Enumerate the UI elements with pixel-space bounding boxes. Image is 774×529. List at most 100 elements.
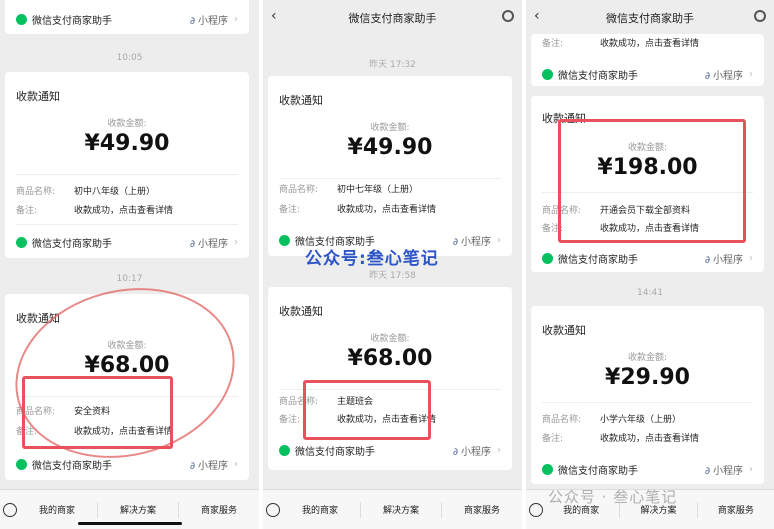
product-value: 初中八年级（上册） bbox=[74, 187, 156, 197]
amount-value: ¥68.00 bbox=[347, 346, 433, 371]
product-row: 商品名称: 初中七年级（上册） bbox=[279, 182, 418, 195]
divider bbox=[279, 178, 501, 179]
highlight-box bbox=[303, 380, 431, 440]
wechat-pay-icon bbox=[542, 68, 553, 80]
merchant-name: 微信支付商家助手 bbox=[32, 15, 112, 27]
wechat-pay-icon bbox=[16, 236, 27, 248]
tab-merchant-services[interactable]: 商家服务 bbox=[698, 503, 774, 516]
watermark: 公众号 · 叁心笔记 bbox=[548, 488, 678, 506]
card-footer[interactable]: 微信支付商家助手 ∂ 小程序 › bbox=[16, 232, 238, 252]
link-icon: ∂ bbox=[704, 254, 710, 266]
card-title: 收款通知 bbox=[16, 90, 60, 103]
tab-solutions[interactable]: 解决方案 bbox=[361, 503, 441, 516]
home-indicator bbox=[78, 522, 182, 525]
chat-panel-3: ‹ 微信支付商家助手 备注: 收款成功，点击查看详情 微信支付商家助手 ∂ 小程序 … bbox=[526, 0, 774, 529]
gear-icon[interactable] bbox=[754, 10, 766, 22]
merchant-name: 微信支付商家助手 bbox=[558, 465, 638, 477]
amount-value: ¥49.90 bbox=[84, 131, 170, 156]
card-footer[interactable]: 微信支付商家助手 ∂ 小程序 › bbox=[542, 248, 753, 268]
remark-value: 收款成功，点击查看详情 bbox=[337, 205, 437, 215]
mini-program-tag: ∂ 小程序 bbox=[453, 443, 491, 458]
link-icon: ∂ bbox=[452, 446, 458, 458]
remark-key: 备注: bbox=[16, 206, 38, 216]
chevron-right-icon: › bbox=[234, 236, 238, 248]
keyboard-icon[interactable] bbox=[529, 502, 543, 517]
highlight-box bbox=[558, 119, 746, 243]
tab-merchant-services[interactable]: 商家服务 bbox=[442, 503, 522, 516]
tab-my-merchant[interactable]: 我的商家 bbox=[280, 503, 360, 516]
nav-title: 微信支付商家助手 bbox=[348, 12, 437, 25]
link-icon: ∂ bbox=[189, 238, 195, 250]
amount-label: 收款金额: bbox=[627, 353, 668, 363]
chat-panel-1: 微信支付商家助手 ∂ 小程序 › 10:05 收款通知 收款金额: ¥49.90 … bbox=[0, 0, 259, 529]
payment-card[interactable]: 收款通知 收款金额: ¥68.00 商品名称: 主题班会 备注: 收款成功，点击查看… bbox=[268, 287, 512, 470]
payment-card[interactable]: 收款通知 收款金额: ¥49.90 商品名称: 初中七年级（上册） 备注: 收款成功… bbox=[268, 76, 512, 256]
merchant-name: 微信支付商家助手 bbox=[295, 446, 375, 458]
chevron-right-icon: › bbox=[749, 68, 753, 80]
back-arrow-icon[interactable]: ‹ bbox=[271, 8, 277, 24]
amount-label: 收款金额: bbox=[370, 334, 410, 344]
remark-value: 收款成功，点击查看详情 bbox=[600, 39, 700, 49]
partial-card-top[interactable]: 备注: 收款成功，点击查看详情 微信支付商家助手 ∂ 小程序 › bbox=[531, 34, 764, 86]
mini-program-label: 小程序 bbox=[713, 70, 743, 82]
mini-program-label: 小程序 bbox=[713, 254, 743, 266]
navigation-bar: ‹ 微信支付商家助手 bbox=[263, 0, 522, 36]
partial-card-top[interactable]: 微信支付商家助手 ∂ 小程序 › bbox=[5, 0, 249, 34]
nav-title: 微信支付商家助手 bbox=[606, 12, 694, 25]
wechat-pay-icon bbox=[542, 463, 553, 475]
timestamp: 10:17 bbox=[116, 274, 143, 284]
highlight-box bbox=[22, 376, 173, 449]
timestamp: 14:41 bbox=[637, 288, 663, 298]
chevron-right-icon: › bbox=[497, 234, 501, 246]
card-footer[interactable]: 微信支付商家助手 ∂ 小程序 › bbox=[16, 9, 238, 29]
watermark: 公众号:叁心笔记 bbox=[305, 249, 439, 269]
card-title: 收款通知 bbox=[542, 324, 586, 337]
product-key: 商品名称: bbox=[542, 415, 582, 425]
payment-card[interactable]: 收款通知 收款金额: ¥29.90 商品名称: 小学六年级（上册） 备注: 收款成功… bbox=[531, 306, 764, 484]
divider bbox=[542, 402, 753, 403]
amount-label: 收款金额: bbox=[107, 119, 147, 129]
remark-row: 备注: 收款成功，点击查看详情 bbox=[279, 202, 436, 215]
link-icon: ∂ bbox=[189, 460, 195, 472]
card-footer[interactable]: 微信支付商家助手 ∂ 小程序 › bbox=[542, 459, 753, 479]
tab-solutions[interactable]: 解决方案 bbox=[98, 503, 178, 516]
mini-program-label: 小程序 bbox=[198, 460, 228, 472]
chevron-right-icon: › bbox=[749, 463, 753, 475]
keyboard-icon[interactable] bbox=[3, 502, 17, 517]
merchant-name: 微信支付商家助手 bbox=[32, 238, 112, 250]
back-arrow-icon[interactable]: ‹ bbox=[534, 8, 540, 24]
merchant-name: 微信支付商家助手 bbox=[558, 254, 638, 266]
remark-key: 备注: bbox=[542, 39, 564, 49]
product-key: 商品名称: bbox=[279, 185, 319, 195]
card-footer[interactable]: 微信支付商家助手 ∂ 小程序 › bbox=[16, 454, 238, 474]
product-row: 商品名称: 初中八年级（上册） bbox=[16, 184, 155, 197]
mini-program-tag: ∂ 小程序 bbox=[190, 12, 228, 27]
chevron-right-icon: › bbox=[749, 252, 753, 264]
link-icon: ∂ bbox=[452, 236, 458, 248]
card-title: 收款通知 bbox=[279, 94, 323, 107]
amount-label: 收款金额: bbox=[370, 123, 410, 133]
amount-value: ¥49.90 bbox=[347, 135, 433, 160]
card-footer[interactable]: 微信支付商家助手 ∂ 小程序 › bbox=[542, 64, 753, 84]
mini-program-label: 小程序 bbox=[461, 446, 491, 458]
mini-program-tag: ∂ 小程序 bbox=[190, 457, 228, 472]
wechat-pay-icon bbox=[16, 458, 27, 470]
wechat-pay-icon bbox=[279, 444, 290, 456]
amount-value: ¥29.90 bbox=[605, 365, 690, 390]
divider bbox=[16, 174, 238, 175]
tab-my-merchant[interactable]: 我的商家 bbox=[17, 503, 97, 516]
gear-icon[interactable] bbox=[502, 10, 514, 22]
mini-program-tag: ∂ 小程序 bbox=[705, 67, 743, 82]
payment-card[interactable]: 收款通知 收款金额: ¥49.90 商品名称: 初中八年级（上册） 备注: 收款成功… bbox=[5, 72, 249, 258]
link-icon: ∂ bbox=[704, 70, 710, 82]
tab-merchant-services[interactable]: 商家服务 bbox=[179, 503, 259, 516]
merchant-name: 微信支付商家助手 bbox=[32, 460, 112, 472]
timestamp: 昨天 17:32 bbox=[369, 60, 416, 70]
link-icon: ∂ bbox=[189, 15, 195, 27]
mini-program-label: 小程序 bbox=[198, 15, 228, 27]
mini-program-tag: ∂ 小程序 bbox=[705, 251, 743, 266]
keyboard-icon[interactable] bbox=[266, 502, 280, 517]
mini-program-tag: ∂ 小程序 bbox=[453, 233, 491, 248]
card-footer[interactable]: 微信支付商家助手 ∂ 小程序 › bbox=[279, 440, 501, 460]
remark-row: 备注: 收款成功，点击查看详情 bbox=[542, 431, 699, 444]
